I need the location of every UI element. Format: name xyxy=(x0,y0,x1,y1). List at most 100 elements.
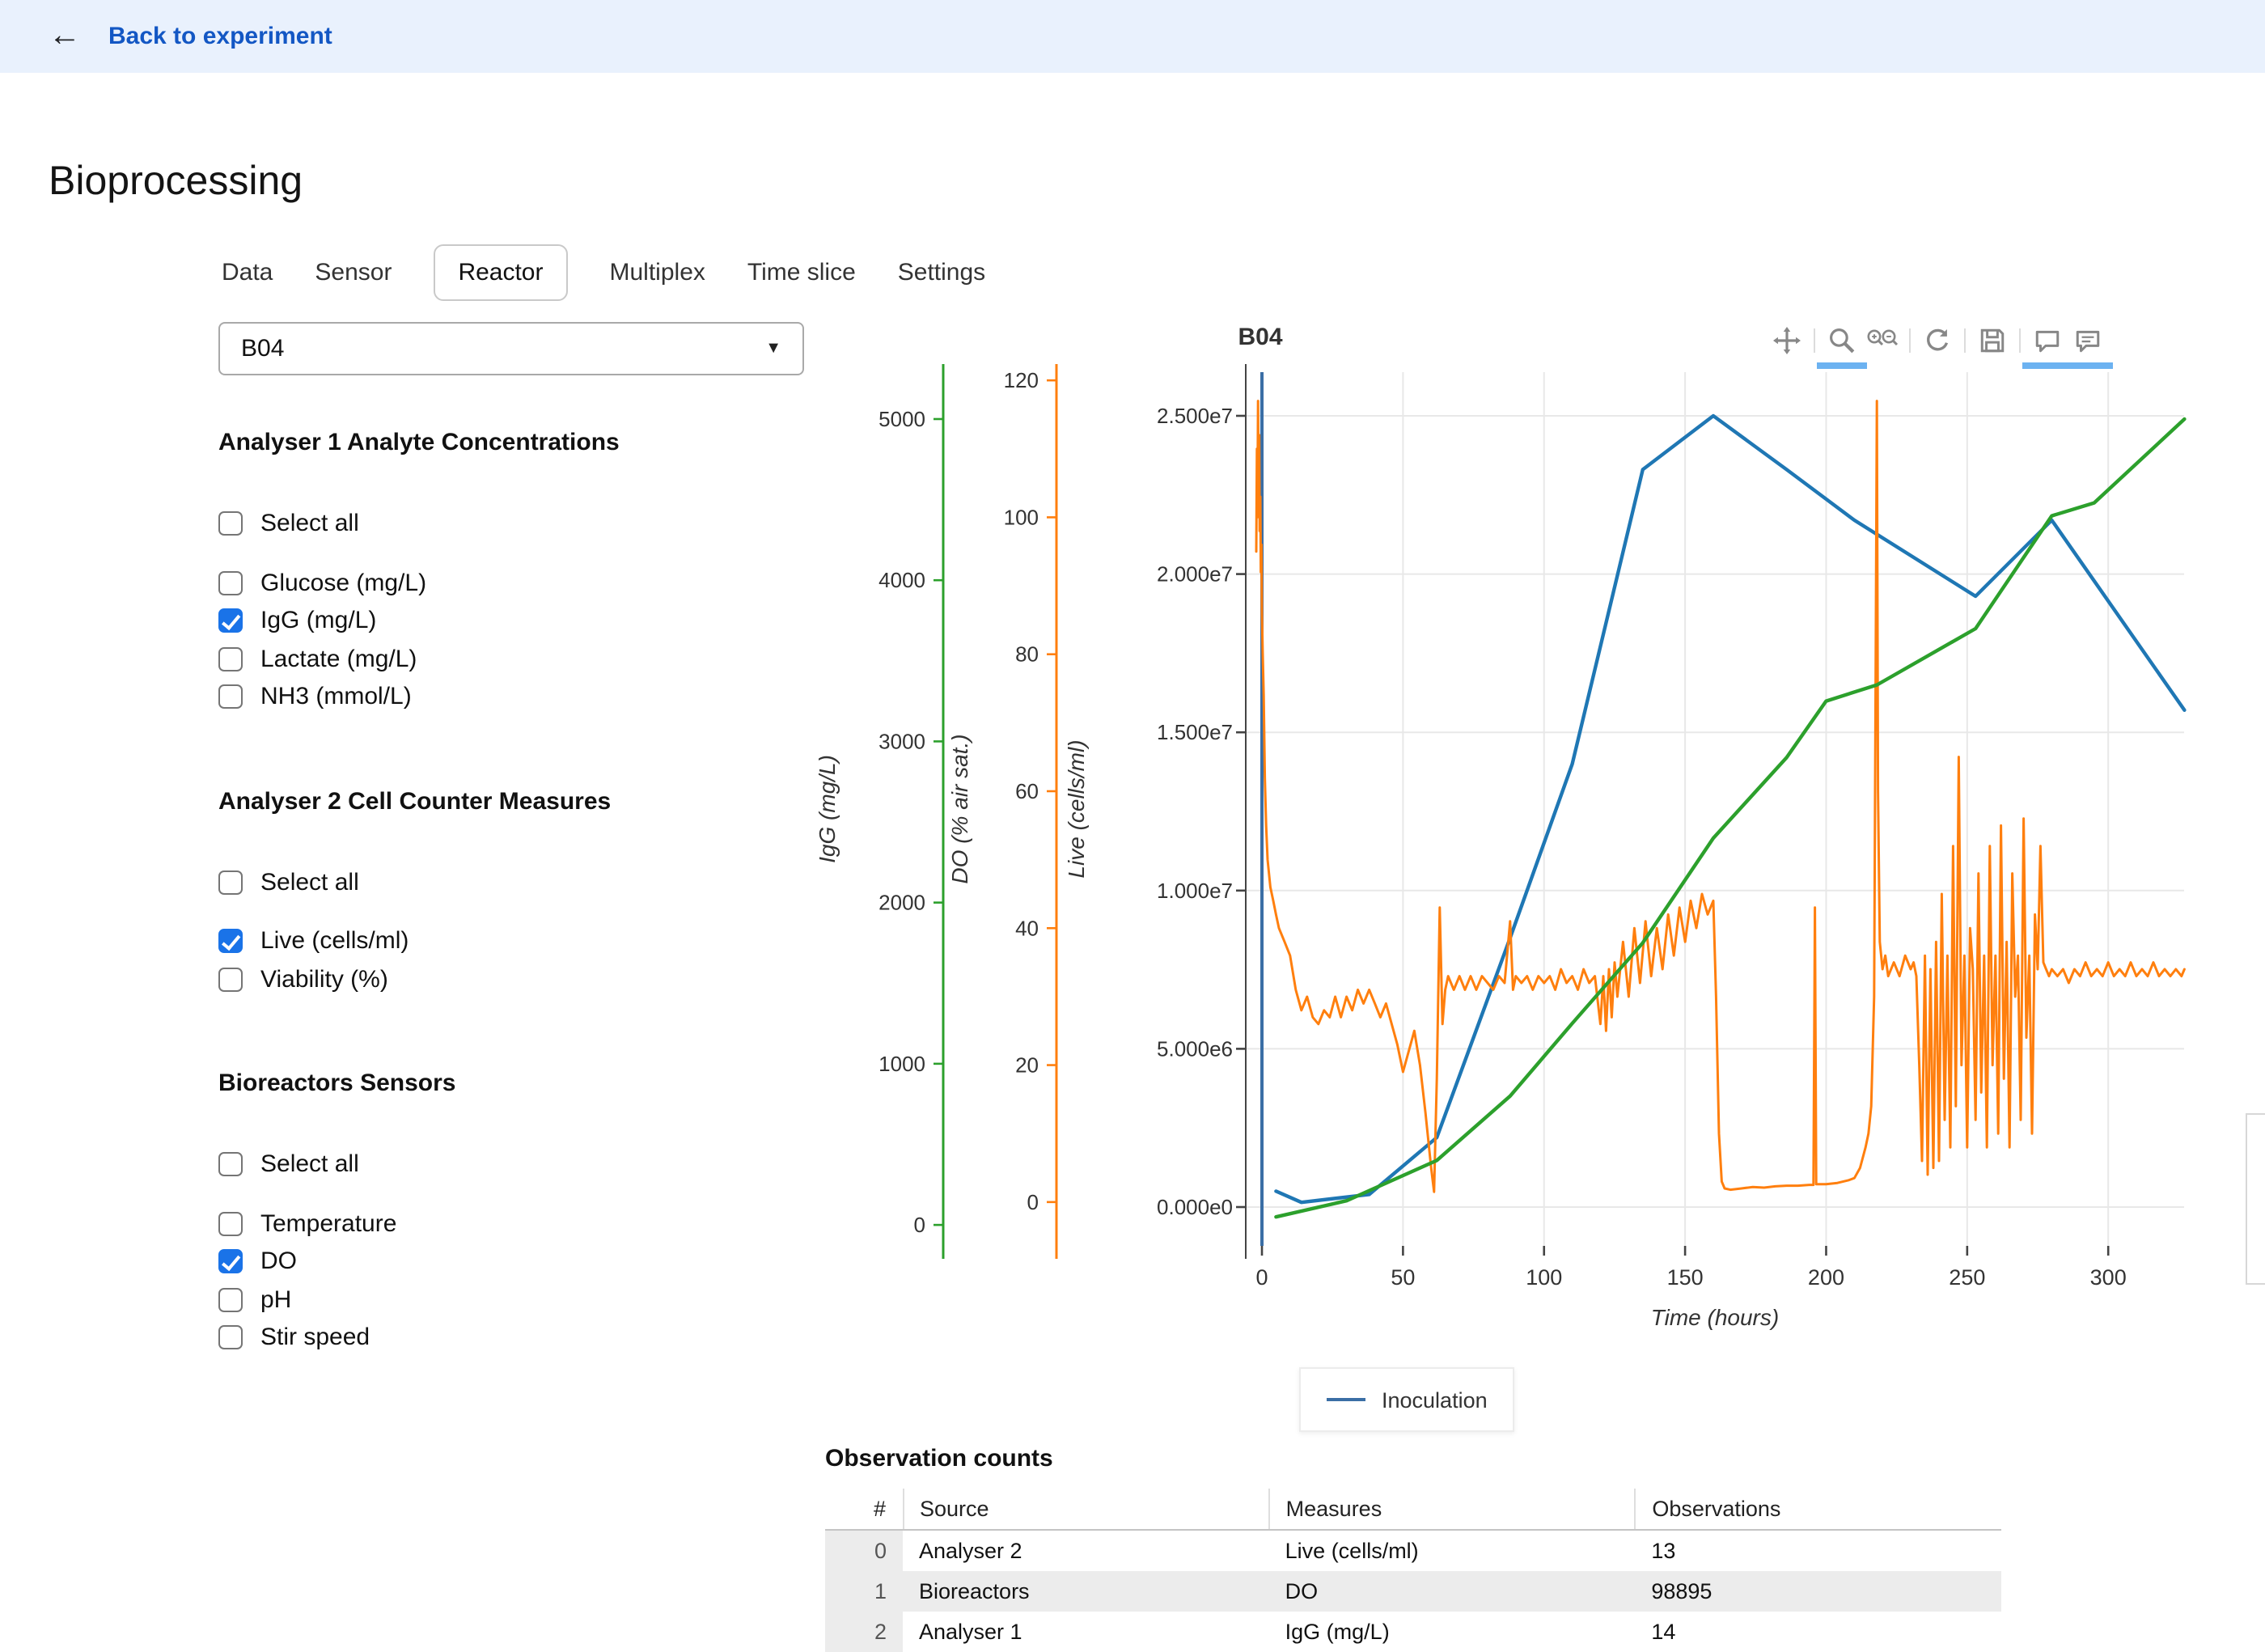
svg-text:1000: 1000 xyxy=(878,1052,925,1076)
checkbox-select-all[interactable] xyxy=(218,870,243,895)
back-to-experiment-link[interactable]: Back to experiment xyxy=(108,23,332,50)
svg-text:Time (hours): Time (hours) xyxy=(1651,1305,1779,1330)
checkbox-do[interactable] xyxy=(218,1250,243,1274)
svg-text:1.000e7: 1.000e7 xyxy=(1157,879,1233,903)
filter-group-bioreactors-sensors: Bioreactors Sensors Select all Temperature… xyxy=(218,1070,820,1357)
zoom-icon[interactable] xyxy=(1822,320,1862,360)
tab-time-slice[interactable]: Time slice xyxy=(747,246,856,299)
cell-measures: DO xyxy=(1269,1571,1636,1612)
notes-alt-icon[interactable] xyxy=(2068,320,2108,360)
notes-icon[interactable] xyxy=(2027,320,2068,360)
checkbox-select-all[interactable] xyxy=(218,512,243,536)
cell-source: Analyser 2 xyxy=(903,1530,1269,1571)
inoculation-legend[interactable]: Inoculation xyxy=(1299,1367,1515,1432)
checkbox-item-select-all[interactable]: Select all xyxy=(218,863,820,901)
checkbox-lactate-mg-l[interactable] xyxy=(218,647,243,671)
checkbox-label: Select all xyxy=(260,1151,359,1179)
checkbox-item-ph[interactable]: pH xyxy=(218,1281,820,1319)
checkbox-viability[interactable] xyxy=(218,968,243,992)
bioprocessing-page: ← Back to experiment Bioprocessing Data S… xyxy=(0,0,2265,1618)
back-arrow-icon[interactable]: ← xyxy=(49,18,81,55)
svg-text:120: 120 xyxy=(1004,368,1039,392)
group-heading: Analyser 2 Cell Counter Measures xyxy=(218,787,820,815)
tab-settings[interactable]: Settings xyxy=(898,246,985,299)
svg-text:200: 200 xyxy=(1808,1265,1844,1290)
svg-text:300: 300 xyxy=(2090,1265,2127,1290)
inoculation-label: Inoculation xyxy=(1382,1387,1488,1412)
checkbox-label: NH3 (mmol/L) xyxy=(260,684,412,711)
observation-counts-table: # Source Measures Observations 0Analyser… xyxy=(825,1489,2001,1652)
modebar-separator xyxy=(1964,328,1966,352)
checkbox-ph[interactable] xyxy=(218,1288,243,1312)
table-row: 1BioreactorsDO98895 xyxy=(825,1571,2001,1612)
series-do xyxy=(1256,401,2184,1192)
tab-reactor[interactable]: Reactor xyxy=(434,244,567,301)
svg-text:0: 0 xyxy=(1027,1190,1039,1214)
save-icon[interactable] xyxy=(1972,320,2013,360)
checkbox-temperature[interactable] xyxy=(218,1212,243,1236)
autoscale-icon[interactable] xyxy=(1917,320,1958,360)
checkbox-item-temperature[interactable]: Temperature xyxy=(218,1205,820,1243)
svg-text:20: 20 xyxy=(1015,1053,1039,1078)
svg-text:2000: 2000 xyxy=(878,891,925,915)
checkbox-item-do[interactable]: DO xyxy=(218,1243,820,1281)
checkbox-glucose-mg-l[interactable] xyxy=(218,571,243,595)
checkbox-label: Select all xyxy=(260,510,359,538)
svg-text:50: 50 xyxy=(1391,1265,1415,1290)
checkbox-label: Glucose (mg/L) xyxy=(260,570,426,597)
checkbox-nh3-mmol-l[interactable] xyxy=(218,685,243,710)
modebar-separator xyxy=(1909,328,1911,352)
svg-text:250: 250 xyxy=(1949,1265,1985,1290)
col-header-source: Source xyxy=(903,1489,1269,1530)
tab-data[interactable]: Data xyxy=(222,246,273,299)
svg-text:80: 80 xyxy=(1015,642,1039,667)
checkbox-item-stir-speed[interactable]: Stir speed xyxy=(218,1319,820,1357)
checkbox-igg-mg-l[interactable] xyxy=(218,609,243,633)
svg-text:5000: 5000 xyxy=(878,407,925,431)
tab-multiplex[interactable]: Multiplex xyxy=(610,246,705,299)
filter-group-analyser-2-cell-counter-measures: Analyser 2 Cell Counter Measures Select a… xyxy=(218,787,820,998)
svg-text:60: 60 xyxy=(1015,779,1039,803)
checkbox-item-viability[interactable]: Viability (%) xyxy=(218,960,820,998)
group-heading: Bioreactors Sensors xyxy=(218,1070,820,1097)
checkbox-label: Select all xyxy=(260,869,359,896)
checkbox-stir-speed[interactable] xyxy=(218,1326,243,1350)
reactor-chart[interactable]: 0.000e05.000e61.000e71.500e72.000e72.500… xyxy=(777,316,2265,1359)
zoom-in-out-icon[interactable] xyxy=(1862,320,1903,360)
reactor-select[interactable]: B04 ▼ xyxy=(218,322,804,375)
checkbox-item-select-all[interactable]: Select all xyxy=(218,505,820,543)
svg-text:2.000e7: 2.000e7 xyxy=(1157,562,1233,587)
checkbox-label: pH xyxy=(260,1286,291,1314)
modebar-separator xyxy=(2019,328,2021,352)
pan-icon[interactable] xyxy=(1767,320,1807,360)
tab-sensor[interactable]: Sensor xyxy=(315,246,392,299)
checkbox-item-glucose-mg-l[interactable]: Glucose (mg/L) xyxy=(218,564,820,602)
checkbox-select-all[interactable] xyxy=(218,1153,243,1177)
checkbox-item-lactate-mg-l[interactable]: Lactate (mg/L) xyxy=(218,640,820,678)
checkbox-live-cells-ml[interactable] xyxy=(218,930,243,954)
chart-legend: Live (cells/ml)DOIgG (mg/L) xyxy=(2246,1113,2265,1285)
svg-text:B04: B04 xyxy=(1238,324,1282,350)
checkbox-item-select-all[interactable]: Select all xyxy=(218,1146,820,1184)
chart-modebar xyxy=(1767,319,2108,361)
cell-measures: Live (cells/ml) xyxy=(1269,1530,1636,1571)
page-title: Bioprocessing xyxy=(49,159,303,205)
svg-text:100: 100 xyxy=(1004,505,1039,529)
svg-text:2.500e7: 2.500e7 xyxy=(1157,404,1233,428)
cell-source: Bioreactors xyxy=(903,1571,1269,1612)
chart-area: 0.000e05.000e61.000e71.500e72.000e72.500… xyxy=(777,316,2265,1359)
svg-text:5.000e6: 5.000e6 xyxy=(1157,1036,1233,1061)
col-header-measures: Measures xyxy=(1269,1489,1636,1530)
checkbox-item-igg-mg-l[interactable]: IgG (mg/L) xyxy=(218,602,820,640)
svg-text:IgG (mg/L): IgG (mg/L) xyxy=(815,755,840,863)
checkbox-item-nh3-mmol-l[interactable]: NH3 (mmol/L) xyxy=(218,678,820,716)
inoculation-line-sample xyxy=(1327,1398,1365,1401)
checkbox-label: Viability (%) xyxy=(260,966,388,993)
filter-group-analyser-1-analyte-concentrations: Analyser 1 Analyte ConcentrationsSelect … xyxy=(218,429,820,716)
checkbox-item-live-cells-ml[interactable]: Live (cells/ml) xyxy=(218,922,820,960)
observation-counts-title: Observation counts xyxy=(825,1445,2001,1472)
observation-counts-section: Observation counts # Source Measures Obs… xyxy=(825,1445,2001,1652)
svg-text:100: 100 xyxy=(1526,1265,1562,1290)
cell-index: 0 xyxy=(825,1530,903,1571)
checkbox-label: IgG (mg/L) xyxy=(260,608,376,635)
